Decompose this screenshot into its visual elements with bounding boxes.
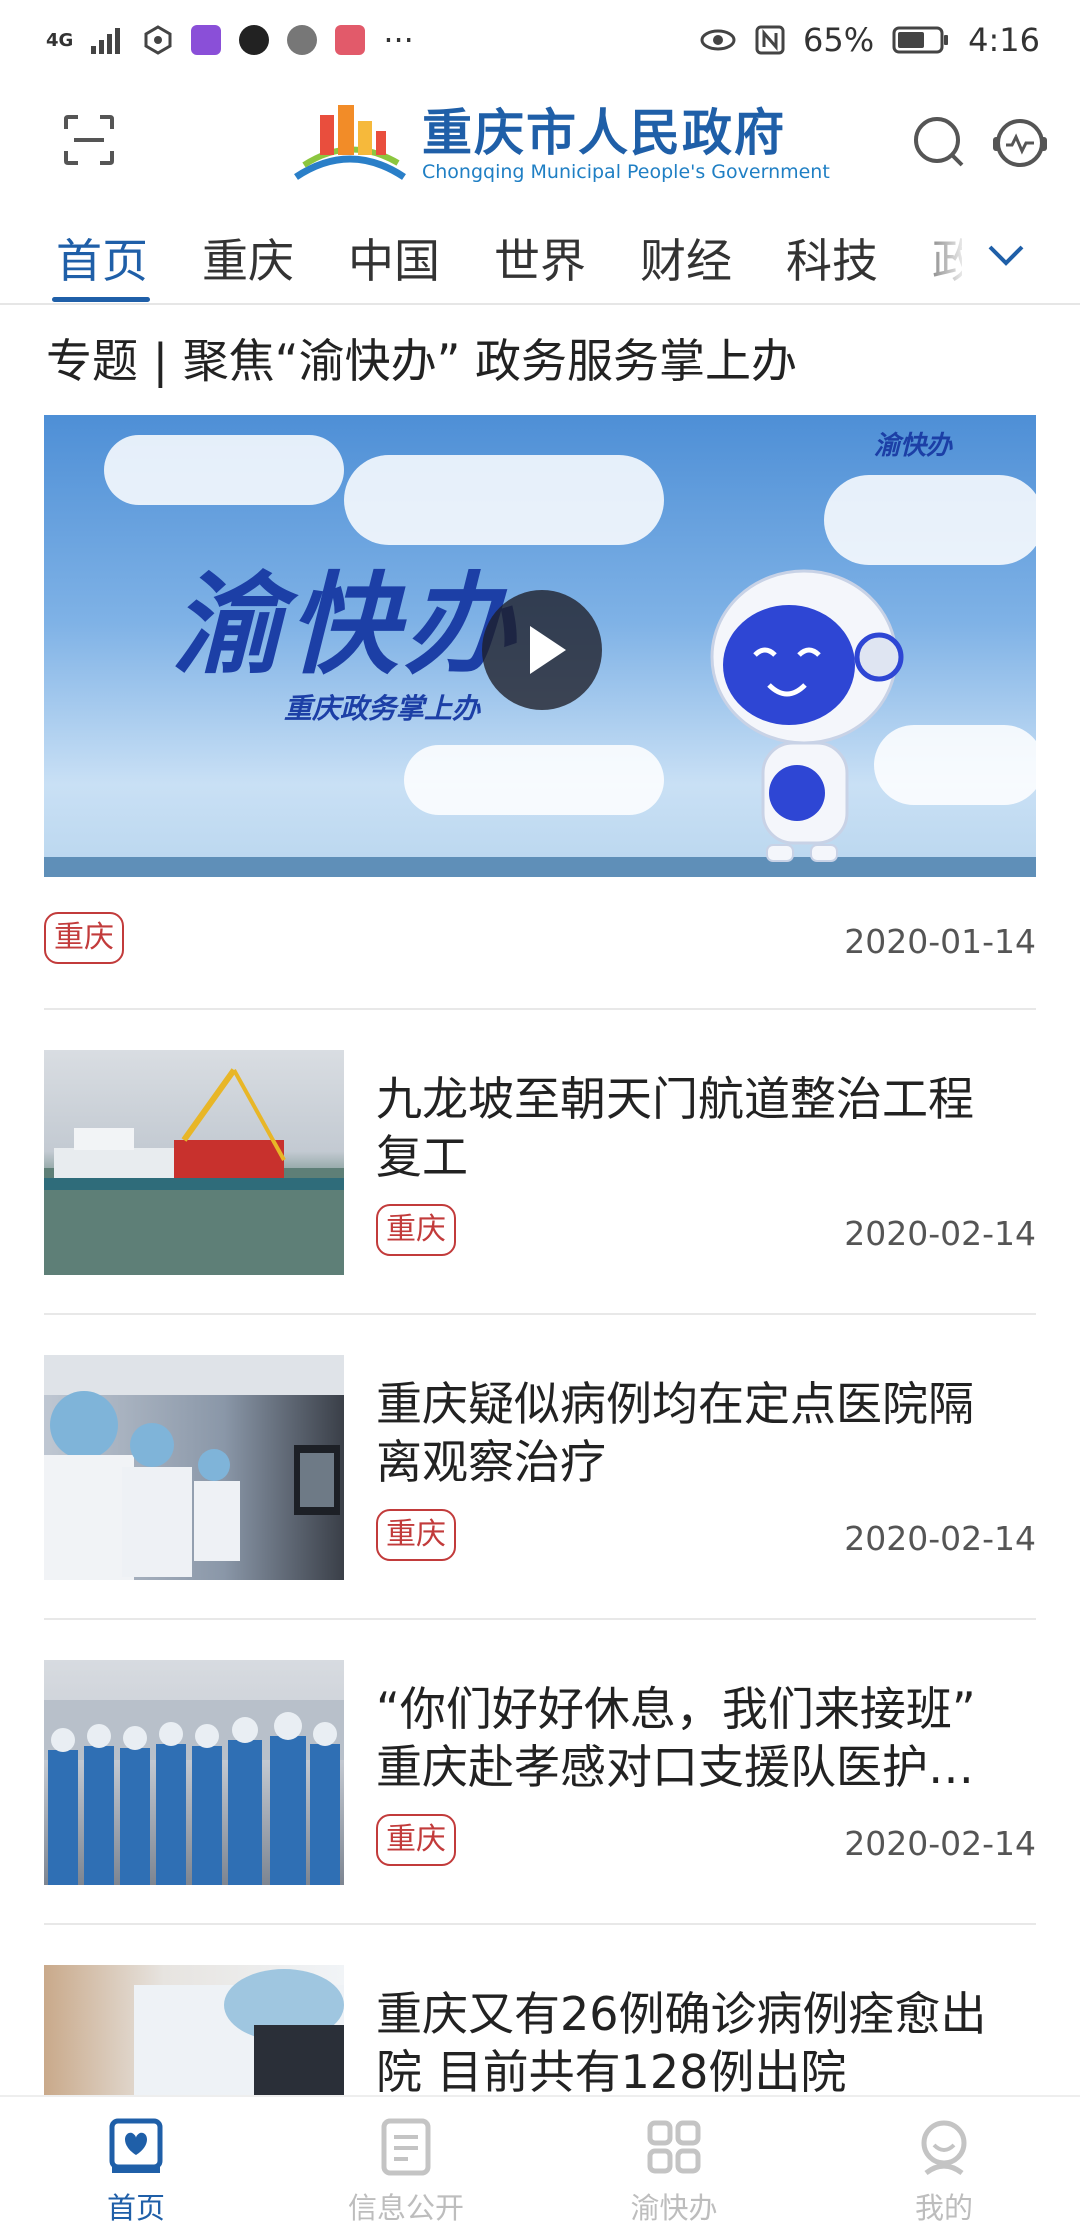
robot-mascot-icon — [710, 569, 904, 862]
news-tag[interactable]: 重庆 — [376, 1509, 456, 1561]
topic-video[interactable]: 渝快办 渝快办 重庆政务掌上办 — [44, 415, 1036, 877]
tab-finance[interactable]: 财经 — [640, 225, 732, 291]
bottom-navigation: 首页 信息公开 渝快办 我的 — [0, 2095, 1080, 2240]
video-brand-text: 渝快办 — [172, 561, 520, 689]
nav-info-label: 信息公开 — [347, 2191, 464, 2225]
signal-icon — [91, 28, 121, 54]
news-title[interactable]: 九龙坡至朝天门航道整治工程复工 — [376, 1070, 1016, 1186]
nav-home[interactable]: 首页 — [36, 2117, 236, 2227]
government-logo: 重庆市人民政府 Chongqing Municipal People's Gov… — [290, 96, 830, 192]
topic-tag[interactable]: 重庆 — [44, 912, 124, 964]
profile-icon — [921, 2120, 967, 2176]
app-header: 重庆市人民政府 Chongqing Municipal People's Gov… — [0, 80, 1080, 205]
nav-yukuaiban-label: 渝快办 — [630, 2191, 718, 2225]
battery-percent: 65% — [803, 21, 875, 59]
more-notifications-icon: ··· — [383, 21, 414, 59]
play-button[interactable] — [482, 590, 602, 710]
divider — [44, 1008, 1036, 1010]
news-date: 2020-02-14 — [844, 1214, 1036, 1253]
cloud — [344, 455, 664, 545]
divider — [44, 1313, 1036, 1315]
news-tag[interactable]: 重庆 — [376, 1814, 456, 1866]
doctor-in-mask-image — [134, 1969, 344, 2095]
battery-icon — [892, 26, 949, 54]
nav-home-label: 首页 — [106, 2191, 165, 2225]
medical-team-group-image — [44, 1700, 344, 1885]
search-icon — [914, 117, 964, 167]
video-slogan: 重庆政务掌上办 — [284, 692, 481, 725]
grid-icon — [647, 2120, 701, 2174]
tab-chongqing[interactable]: 重庆 — [202, 225, 294, 291]
video-badge: 渝快办 — [874, 431, 953, 461]
news-thumbnail[interactable] — [44, 1050, 344, 1275]
status-bar: 4G ··· 65% 4:16 — [0, 0, 1080, 80]
city-emblem-icon — [294, 105, 406, 180]
clock: 4:16 — [968, 21, 1040, 59]
news-tag[interactable]: 重庆 — [376, 1204, 456, 1256]
tab-home[interactable]: 首页 — [56, 225, 148, 291]
nav-info-disclosure[interactable]: 信息公开 — [306, 2117, 506, 2227]
assistant-button[interactable] — [992, 115, 1048, 169]
news-thumbnail[interactable] — [44, 1660, 344, 1885]
news-title[interactable]: 重庆疑似病例均在定点医院隔离观察治疗 — [376, 1375, 1016, 1491]
news-title[interactable]: 重庆又有26例确诊病例痊愈出院 目前共有128例出院 — [376, 1985, 1016, 2095]
chevron-down-icon — [988, 245, 1024, 266]
cloud — [104, 435, 344, 505]
home-icon — [109, 2118, 163, 2173]
divider — [44, 1618, 1036, 1620]
news-date: 2020-02-14 — [844, 1824, 1036, 1863]
cloud — [404, 745, 664, 815]
search-button[interactable] — [912, 115, 966, 169]
wechat-icon — [287, 25, 318, 55]
news-date: 2020-02-14 — [844, 1519, 1036, 1558]
topic-title[interactable]: 专题 | 聚焦“渝快办” 政务服务掌上办 — [46, 325, 797, 391]
tab-china[interactable]: 中国 — [348, 225, 440, 291]
nav-yukuaiban[interactable]: 渝快办 — [574, 2117, 774, 2227]
status-left: 4G ··· — [46, 21, 414, 59]
category-tabs: 首页 重庆 中国 世界 财经 科技 政 — [0, 205, 1080, 305]
barge-crane-image — [44, 1068, 344, 1275]
network-label: 4G — [46, 29, 74, 51]
document-icon — [381, 2118, 431, 2176]
tab-world[interactable]: 世界 — [494, 225, 586, 291]
header-title: 重庆市人民政府 — [422, 104, 786, 162]
tiktok-icon — [239, 25, 270, 55]
status-right: 65% 4:16 — [699, 21, 1040, 59]
divider — [44, 1923, 1036, 1925]
nav-mine[interactable]: 我的 — [844, 2117, 1044, 2227]
scan-button[interactable] — [62, 113, 116, 167]
cloud — [824, 475, 1036, 565]
nav-mine-label: 我的 — [914, 2191, 973, 2225]
expand-tabs-button[interactable] — [984, 233, 1028, 277]
hexagon-app-icon — [144, 25, 172, 55]
active-tab-indicator — [52, 297, 150, 302]
tab-technology[interactable]: 科技 — [786, 225, 878, 291]
nfc-icon — [755, 25, 785, 55]
header-subtitle: Chongqing Municipal People's Government — [422, 161, 830, 183]
robot-assistant-icon — [993, 119, 1047, 167]
news-title[interactable]: “你们好好休息，我们来接班” 重庆赴孝感对口支援队医护… — [376, 1680, 1016, 1796]
video-app-icon — [191, 25, 222, 55]
doctors-viewing-xray-image — [44, 1355, 344, 1580]
scan-icon — [64, 115, 114, 165]
topic-date: 2020-01-14 — [844, 922, 1036, 961]
news-thumbnail[interactable] — [44, 1965, 344, 2095]
play-icon — [530, 626, 566, 674]
eye-icon — [700, 29, 736, 51]
reader-app-icon — [335, 25, 366, 55]
tabs-fade — [900, 205, 970, 303]
news-thumbnail[interactable] — [44, 1355, 344, 1580]
